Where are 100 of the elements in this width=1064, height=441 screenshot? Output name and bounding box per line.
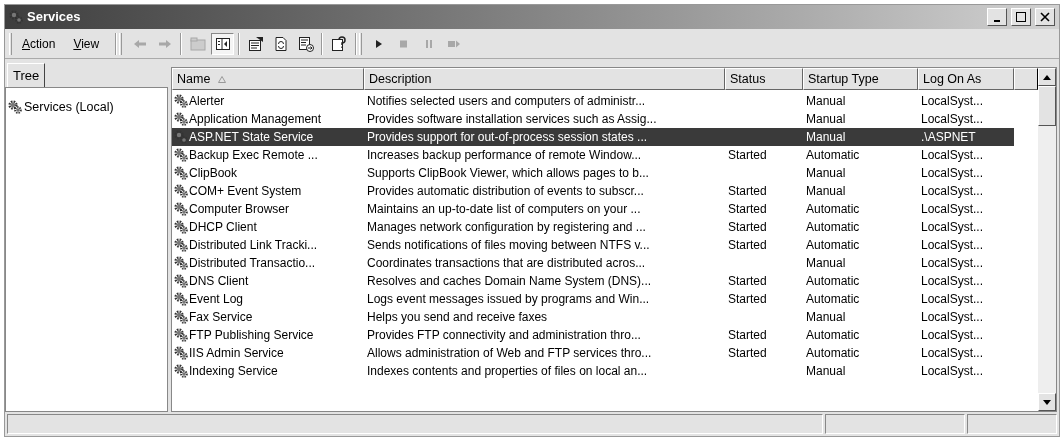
table-cell-text: Started xyxy=(727,327,768,344)
column-header[interactable]: Status xyxy=(725,68,803,90)
table-cell-text: Manages network configuration by registering and ... xyxy=(366,219,647,236)
maximize-icon xyxy=(1016,12,1026,22)
service-row[interactable]: FTP Publishing Service Provides FTP connectivity and administration thro... Started Automatic LocalSyst... xyxy=(172,326,1038,344)
table-cell-text: LocalSyst... xyxy=(920,183,985,200)
table-cell-text: Provides support for out-of-process session states ... xyxy=(366,129,649,146)
gear-icon xyxy=(174,130,188,144)
table-cell-text: LocalSyst... xyxy=(920,147,985,164)
close-icon xyxy=(1040,12,1050,22)
service-row[interactable]: Application Management Provides software installation services such as Assig... Manual LocalSyst... xyxy=(172,110,1038,128)
table-cell-text: Indexing Service xyxy=(188,363,279,380)
table-cell-text: Indexes contents and properties of files on local an... xyxy=(366,363,649,380)
tree-item[interactable]: Services (Local) xyxy=(8,98,167,117)
table-cell-text: ASP.NET State Service xyxy=(188,129,315,146)
gear-icon xyxy=(174,364,188,378)
gear-icon xyxy=(174,202,188,216)
table-cell-text: Distributed Link Tracki... xyxy=(188,237,319,254)
table-cell-text: Automatic xyxy=(805,327,861,344)
table-cell-text: IIS Admin Service xyxy=(188,345,285,362)
table-cell-text: Started xyxy=(727,237,768,254)
service-row[interactable]: Distributed Link Tracki... Sends notifications of files moving between NTFS v... Started Automatic LocalSyst... xyxy=(172,236,1038,254)
pane-toggle-button[interactable] xyxy=(211,32,235,55)
service-row[interactable]: ClipBook Supports ClipBook Viewer, which allows pages to b... Manual LocalSyst... xyxy=(172,164,1038,182)
table-cell-text: Maintains an up-to-date list of computers on your ... xyxy=(366,201,642,218)
table-cell-text: Resolves and caches Domain Name System (DNS)... xyxy=(366,273,653,290)
up-arrow-icon xyxy=(1043,74,1051,80)
gear-icon xyxy=(174,184,188,198)
table-cell-text: Automatic xyxy=(805,291,861,308)
service-row[interactable]: DHCP Client Manages network configuration by registering and ... Started Automatic LocalSyst... xyxy=(172,218,1038,236)
table-cell-text: LocalSyst... xyxy=(920,219,985,236)
close-button[interactable] xyxy=(1035,8,1055,26)
gear-icon xyxy=(8,100,22,115)
table-cell-text: Manual xyxy=(805,111,847,128)
service-row[interactable]: Computer Browser Maintains an up-to-date list of computers on your ... Started Automatic LocalSyst... xyxy=(172,200,1038,218)
table-cell-text: LocalSyst... xyxy=(920,363,985,380)
table-cell-text: LocalSyst... xyxy=(920,309,985,326)
table-cell-text: Distributed Transactio... xyxy=(188,255,317,272)
properties-icon xyxy=(247,35,264,52)
table-cell-text: Started xyxy=(727,273,768,290)
table-cell-text: Logs event messages issued by programs and Win... xyxy=(366,291,651,308)
service-row[interactable]: Distributed Transactio... Coordinates transactions that are distributed acros... Manual LocalSyst... xyxy=(172,254,1038,272)
service-row[interactable]: Event Log Logs event messages issued by programs and Win... Started Automatic LocalSyst... xyxy=(172,290,1038,308)
table-cell-text: Manual xyxy=(805,255,847,272)
export-list-icon xyxy=(297,35,314,52)
window-title: Services xyxy=(27,8,81,27)
refresh-icon xyxy=(272,35,289,52)
service-row[interactable]: Indexing Service Indexes contents and properties of files on local an... Manual LocalSyst... xyxy=(172,362,1038,380)
gear-icon xyxy=(174,220,188,234)
down-arrow-icon xyxy=(1043,399,1051,405)
table-cell-text: Manual xyxy=(805,165,847,182)
maximize-button[interactable] xyxy=(1011,8,1031,26)
table-cell-text: LocalSyst... xyxy=(920,255,985,272)
table-cell-text: Manual xyxy=(805,93,847,110)
column-header[interactable]: Description xyxy=(364,68,725,90)
menu-item[interactable]: Action xyxy=(14,32,64,55)
service-row[interactable]: Backup Exec Remote ... Increases backup performance of remote Window... Started Automatic LocalSyst... xyxy=(172,146,1038,164)
service-row[interactable]: Fax Service Helps you send and receive faxes Manual LocalSyst... xyxy=(172,308,1038,326)
gear-icon xyxy=(174,256,188,270)
table-cell-text: Started xyxy=(727,345,768,362)
table-cell-text: Fax Service xyxy=(188,309,254,326)
table-cell-text: Automatic xyxy=(805,147,861,164)
table-cell-text: Automatic xyxy=(805,219,861,236)
sort-arrow-icon xyxy=(218,75,227,83)
table-cell-text: LocalSyst... xyxy=(920,273,985,290)
table-cell-text: LocalSyst... xyxy=(920,201,985,218)
table-cell-text: Provides software installation services such as Assig... xyxy=(366,111,658,128)
service-row[interactable]: DNS Client Resolves and caches Domain Name System (DNS)... Started Automatic LocalSyst... xyxy=(172,272,1038,290)
table-cell-text: ClipBook xyxy=(188,165,239,182)
service-row[interactable]: Alerter Notifies selected users and computers of administr... Manual LocalSyst... xyxy=(172,92,1038,110)
gear-icon xyxy=(174,292,188,306)
table-cell-text: Started xyxy=(727,219,768,236)
scroll-down-button[interactable] xyxy=(1038,393,1056,411)
gear-icon xyxy=(174,148,188,162)
minimize-button[interactable] xyxy=(987,8,1007,26)
table-cell-text: .\ASPNET xyxy=(920,129,977,146)
gear-icon xyxy=(174,238,188,252)
table-cell-text: Started xyxy=(727,183,768,200)
service-row[interactable]: IIS Admin Service Allows administration of Web and FTP services thro... Started Automatic LocalSyst... xyxy=(172,344,1038,362)
column-header[interactable]: Name xyxy=(172,68,364,90)
column-header[interactable]: Log On As xyxy=(918,68,1014,90)
minimize-icon xyxy=(994,19,1000,22)
scroll-up-button[interactable] xyxy=(1038,68,1056,86)
menu-item[interactable]: View xyxy=(65,32,108,55)
table-cell-text: Provides automatic distribution of events to subscr... xyxy=(366,183,645,200)
table-cell-text: FTP Publishing Service xyxy=(188,327,315,344)
gear-icon xyxy=(174,310,188,324)
table-cell-text: Started xyxy=(727,201,768,218)
gear-icon xyxy=(174,94,188,108)
scrollbar[interactable] xyxy=(1038,68,1056,411)
tree-tab[interactable]: Tree xyxy=(7,63,46,87)
table-cell-text: COM+ Event System xyxy=(188,183,303,200)
column-header[interactable]: Startup Type xyxy=(803,68,918,90)
help-icon xyxy=(330,35,347,52)
service-row[interactable]: ASP.NET State Service Provides support for out-of-process session states ... Manual .\ASPNET xyxy=(172,128,1014,146)
table-cell-text: Backup Exec Remote ... xyxy=(188,147,319,164)
table-cell-text: DNS Client xyxy=(188,273,250,290)
service-row[interactable]: COM+ Event System Provides automatic distribution of events to subscr... Started Manual LocalSyst... xyxy=(172,182,1038,200)
table-cell-text: Automatic xyxy=(805,273,861,290)
scroll-thumb[interactable] xyxy=(1038,86,1056,126)
